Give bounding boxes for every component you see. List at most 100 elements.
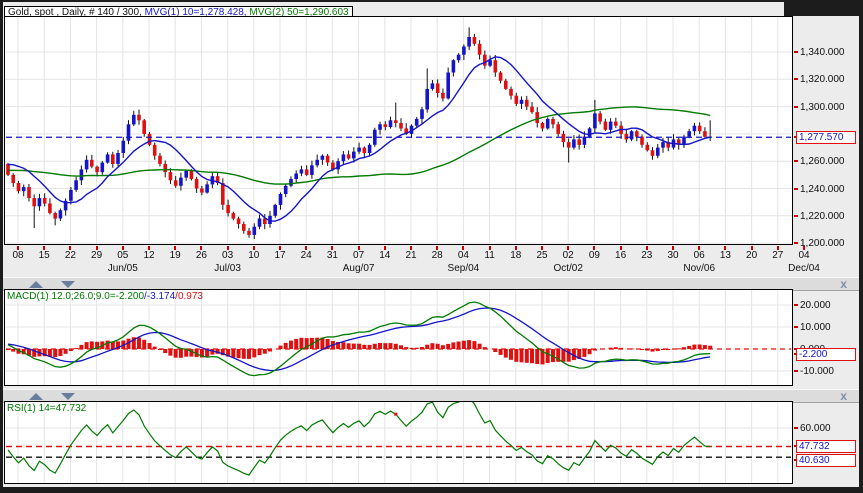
axis-tick-mark (794, 214, 798, 217)
candle-down (635, 131, 639, 137)
date-label: 17 (274, 250, 286, 261)
candle-down (614, 121, 618, 126)
candle-down (556, 124, 560, 134)
candle-up (341, 154, 346, 162)
hist-bar (399, 345, 403, 349)
panel-resize-up-icon[interactable] (29, 281, 43, 288)
hist-bar (58, 349, 63, 356)
candle-down (645, 144, 650, 151)
candle-up (257, 218, 262, 227)
hist-bar (268, 349, 272, 352)
candle-down (561, 133, 566, 143)
candle-down (16, 183, 21, 192)
axis-label: 60.000 (800, 423, 831, 434)
hist-bar (231, 349, 236, 358)
candle-up (100, 162, 105, 173)
candle-up (467, 37, 471, 47)
candle-up (388, 120, 393, 128)
hist-bar (173, 349, 178, 358)
candle-down (325, 155, 330, 163)
hist-bar (11, 349, 16, 352)
macd-signal-label: /-3.174 (144, 291, 176, 302)
axis-label: 20.000 (800, 300, 831, 311)
hist-bar (362, 344, 367, 349)
candle-down (530, 106, 534, 113)
axis-label: 1,200.000 (800, 238, 845, 250)
candle-up (310, 165, 314, 175)
candle-down (603, 121, 608, 130)
candle-up (184, 170, 188, 178)
candle-down (11, 174, 15, 183)
hist-bar (158, 349, 162, 350)
candle-up (105, 154, 110, 163)
hist-bar (524, 349, 529, 363)
axis-label: 1,240.000 (800, 183, 845, 195)
candle-up (252, 226, 257, 235)
hist-bar (503, 349, 508, 358)
hist-bar (430, 343, 435, 349)
hist-bar (619, 347, 624, 349)
price-chart-canvas[interactable] (4, 16, 793, 245)
date-label: 09 (588, 250, 600, 261)
candle-down (111, 154, 115, 164)
macd-panel-close-icon[interactable]: x (840, 277, 847, 291)
date-label: 10 (248, 250, 260, 261)
hist-bar (241, 349, 246, 359)
hist-bar (440, 345, 445, 349)
hist-bar (530, 349, 534, 364)
panel-resize-down-icon[interactable] (61, 281, 75, 288)
hist-bar (257, 349, 262, 356)
date-label: 25 (536, 250, 548, 261)
hist-bar (74, 348, 79, 349)
hist-bar (236, 349, 241, 359)
candle-down (441, 93, 445, 99)
hist-bar (262, 349, 267, 354)
rsi-header: RSI(1) 14=47.732 (7, 403, 87, 414)
candle-up (367, 144, 372, 153)
axis-tick-mark (794, 105, 798, 108)
rsi-panel-close-icon[interactable]: x (840, 389, 847, 403)
axis-tick-mark (794, 160, 798, 163)
candle-up (425, 88, 429, 110)
candle-down (158, 155, 162, 164)
hist-bar (178, 349, 183, 358)
date-label: 26 (195, 250, 207, 261)
panel-resize-down-icon[interactable] (61, 393, 75, 400)
hist-bar (472, 341, 477, 349)
candle-up (74, 180, 78, 190)
hist-bar (63, 349, 68, 354)
hist-bar (372, 343, 377, 349)
axis-tick-mark (794, 427, 798, 429)
candle-down (242, 224, 246, 231)
candle-down (399, 123, 403, 129)
hist-bar (514, 349, 519, 362)
candle-down (168, 172, 173, 181)
hist-bar (68, 349, 73, 351)
hist-bar (299, 337, 304, 349)
date-label: 04 (457, 250, 469, 261)
hist-bar (661, 349, 665, 350)
hist-bar (493, 349, 498, 352)
candle-up (572, 139, 576, 148)
rsi-chart-canvas[interactable] (4, 401, 793, 484)
candle-down (650, 150, 655, 156)
panel-resize-up-icon[interactable] (29, 393, 43, 400)
hist-bar (587, 349, 592, 355)
candle-down (383, 124, 388, 127)
candle-up (682, 136, 686, 145)
hist-bar (147, 343, 152, 349)
candle-up (378, 124, 382, 130)
candle-down (535, 112, 539, 123)
macd-chart-canvas[interactable] (4, 289, 793, 386)
candle-up (519, 99, 524, 104)
axis-tick-mark (794, 370, 798, 372)
hist-bar (687, 345, 692, 349)
top-right-corner (784, 0, 863, 16)
hist-bar (289, 340, 293, 349)
candle-down (472, 37, 477, 44)
date-label: 21 (405, 250, 417, 261)
candle-up (278, 194, 283, 205)
candle-down (362, 147, 367, 154)
candle-up (84, 159, 89, 170)
hist-bar (315, 337, 320, 349)
